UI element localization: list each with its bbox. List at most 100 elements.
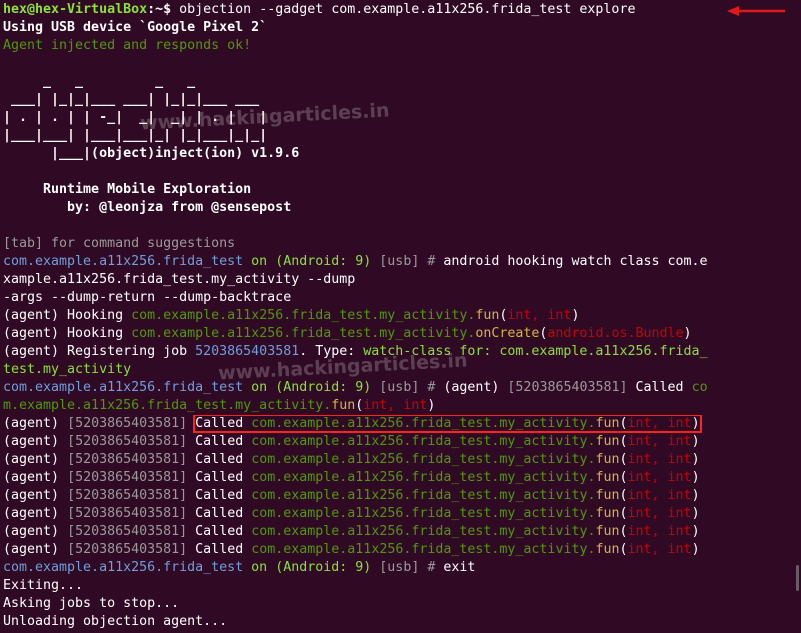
- method-path: co: [691, 380, 708, 395]
- prompt-package: com.example.a11x256.frida_test: [3, 380, 244, 395]
- called-label: Called: [195, 542, 244, 557]
- registering-label: Registering job: [59, 344, 196, 359]
- exit-command: exit: [443, 560, 476, 575]
- method-args: int, int: [627, 470, 692, 485]
- method-name: fun: [595, 416, 620, 431]
- method-path: com.example.a11x256.frida_test.my_activi…: [251, 416, 596, 431]
- prompt-hash: #: [419, 254, 444, 269]
- highlight-box: Called com.example.a11x256.frida_test.my…: [193, 415, 702, 433]
- called-wrap: m.example.a11x256.frida_test.my_activity…: [3, 398, 436, 413]
- called-label: Called: [195, 488, 244, 503]
- banner-line-0: _ _ _ _: [3, 74, 196, 89]
- method-path: com.example.a11x256.frida_test.my_activi…: [251, 434, 596, 449]
- red-arrow-annotation: [727, 6, 785, 16]
- asking-jobs-line: Asking jobs to stop...: [3, 596, 180, 611]
- tab-hint: [tab] for command suggestions: [3, 236, 236, 251]
- scrollbar[interactable]: [796, 565, 799, 591]
- method-args: int, int: [627, 434, 692, 449]
- method-name: fun: [595, 452, 620, 467]
- method-args: int, int: [363, 398, 428, 413]
- prompt-package: com.example.a11x256.frida_test: [3, 254, 244, 269]
- agent-tag: (agent): [3, 416, 60, 431]
- job-id: [5203865403581]: [67, 506, 188, 521]
- agent-tag: (agent): [3, 452, 60, 467]
- agent-injected-line: Agent injected and responds ok!: [3, 38, 252, 53]
- banner-line-1: ___| |_|_|___ ___| |_|_|___ ___: [3, 92, 260, 107]
- method-args: int, int: [627, 416, 692, 431]
- job-id: [5203865403581]: [67, 488, 188, 503]
- prompt-hash: #: [419, 380, 444, 395]
- called-line: (agent) [5203865403581] Called com.examp…: [3, 434, 700, 449]
- method-name: fun: [475, 308, 500, 323]
- method-args: int, int: [627, 542, 692, 557]
- method-path: com.example.a11x256.frida_test.my_activi…: [251, 542, 596, 557]
- called-line: (agent) [5203865403581] Called com.examp…: [3, 524, 700, 539]
- agent-tag: (agent): [443, 380, 500, 395]
- hooking-label: Hooking: [59, 326, 132, 341]
- runtime-title: Runtime Mobile Exploration: [3, 182, 252, 197]
- method-args: int, int: [627, 524, 692, 539]
- banner-line-2: | . | . | | -_| _| _| | . | |: [3, 110, 268, 125]
- byline: by: @leonjza from @sensepost: [3, 200, 292, 215]
- prompt-on: on: [243, 560, 276, 575]
- job-id: [5203865403581]: [67, 470, 188, 485]
- prompt-usb: [usb]: [379, 254, 420, 269]
- called-label: Called: [195, 470, 244, 485]
- prompt-android: (Android: 9): [275, 380, 372, 395]
- exiting-line: Exiting...: [3, 578, 84, 593]
- prompt-separator: :~$: [147, 2, 180, 17]
- usb-device-line: Using USB device `Google Pixel 2`: [3, 20, 268, 35]
- method-path: com.example.a11x256.frida_test.my_activi…: [131, 326, 476, 341]
- method-args: int, int: [507, 308, 572, 323]
- called-label: Called: [635, 380, 684, 395]
- watch-package: com.example.a11x256.frida_: [499, 344, 708, 359]
- method-path: com.example.a11x256.frida_test.my_activi…: [251, 524, 596, 539]
- unloading-line: Unloading objection agent...: [3, 614, 228, 629]
- command-line: hex@hex-VirtualBox:~$ objection --gadget…: [3, 1, 789, 19]
- prompt-android: (Android: 9): [275, 560, 372, 575]
- method-name: fun: [595, 542, 620, 557]
- command-text: objection --gadget com.example.a11x256.f…: [179, 2, 636, 17]
- hooking-line: (agent) Hooking com.example.a11x256.frid…: [3, 326, 692, 341]
- hook-command-wrap: -args --dump-return --dump-backtrace: [3, 290, 292, 305]
- job-id: [5203865403581]: [67, 434, 188, 449]
- prompt-hash: #: [419, 560, 444, 575]
- prompt-on: on: [243, 254, 276, 269]
- job-id: [5203865403581]: [67, 452, 188, 467]
- agent-tag: (agent): [3, 470, 60, 485]
- called-line: (agent) [5203865403581] Called com.examp…: [3, 488, 700, 503]
- method-args: int, int: [627, 452, 692, 467]
- method-name: fun: [595, 506, 620, 521]
- agent-tag: (agent): [3, 542, 60, 557]
- method-name: fun: [331, 398, 356, 413]
- called-label: Called: [195, 416, 244, 431]
- prompt-line: com.example.a11x256.frida_test on (Andro…: [3, 253, 789, 271]
- hook-command-wrap: xample.a11x256.frida_test.my_activity --…: [3, 272, 356, 287]
- method-name: fun: [595, 488, 620, 503]
- method-name: fun: [595, 470, 620, 485]
- method-path: com.example.a11x256.frida_test.my_activi…: [251, 488, 596, 503]
- hook-command: android hooking watch class com.e: [443, 254, 708, 269]
- agent-tag: (agent): [3, 344, 60, 359]
- method-path: com.example.a11x256.frida_test.my_activi…: [251, 452, 596, 467]
- called-line: (agent) [5203865403581] Called com.examp…: [3, 452, 700, 467]
- method-path: com.example.a11x256.frida_test.my_activi…: [131, 308, 476, 323]
- prompt-android: (Android: 9): [275, 254, 372, 269]
- prompt-line: com.example.a11x256.frida_test on (Andro…: [3, 559, 789, 577]
- method-name: fun: [595, 434, 620, 449]
- method-args: int, int: [627, 506, 692, 521]
- banner-line-4: |___|(object)inject(ion) v1.9.6: [3, 146, 300, 161]
- called-label: Called: [195, 506, 244, 521]
- agent-tag: (agent): [3, 524, 60, 539]
- method-path: m.example.a11x256.frida_test.my_activity…: [3, 398, 332, 413]
- method-args: android.os.Bundle: [547, 326, 684, 341]
- terminal-output[interactable]: hex@hex-VirtualBox:~$ objection --gadget…: [3, 1, 789, 631]
- hooking-label: Hooking: [59, 308, 132, 323]
- prompt-package: com.example.a11x256.frida_test: [3, 560, 244, 575]
- job-id: 5203865403581: [195, 344, 300, 359]
- hooking-line: (agent) Hooking com.example.a11x256.frid…: [3, 308, 580, 323]
- job-id: [5203865403581]: [507, 380, 628, 395]
